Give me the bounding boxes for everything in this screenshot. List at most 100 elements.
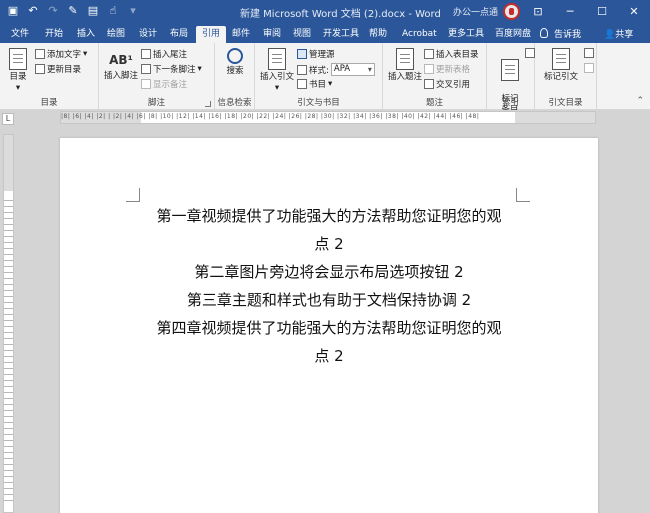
insert-table-of-figures-button[interactable]: 插入表目录 [424, 48, 479, 60]
vertical-ruler-ticks [4, 195, 13, 505]
insert-index-icon [525, 48, 535, 58]
insert-citation-label: 插入引文 [259, 72, 294, 82]
insert-table-of-authorities-button[interactable] [584, 48, 594, 58]
mark-citation-button[interactable]: 标记引文 [541, 48, 581, 83]
save-icon[interactable]: ▣ [6, 4, 20, 18]
vertical-ruler[interactable] [3, 134, 14, 513]
insert-endnote-label: 插入尾注 [153, 50, 188, 60]
undo-icon[interactable]: ↶ [26, 4, 40, 18]
tab-help[interactable]: 帮助 [369, 26, 387, 43]
window-title: 新建 Microsoft Word 文档 (2).docx - Word [240, 9, 441, 20]
tab-draw[interactable]: 绘图 [107, 26, 125, 43]
insert-citation-button[interactable]: 插入引文 ▾ [259, 48, 295, 94]
redo-icon[interactable]: ↷ [46, 4, 60, 18]
authorities-group: 标记引文 引文目录 [535, 43, 597, 110]
customize-icon[interactable]: ▾ [126, 4, 140, 18]
share-button[interactable]: 👤共享 [604, 27, 633, 44]
tab-baidu-netdisk[interactable]: 百度网盘 [495, 26, 531, 43]
avatar[interactable] [503, 3, 520, 20]
authorities-group-label: 引文目录 [548, 98, 583, 108]
style-dropdown[interactable]: APA [330, 63, 375, 76]
update-toc-button[interactable]: 更新目录 [35, 63, 81, 75]
collapse-ribbon-icon[interactable]: ⌃ [636, 96, 644, 106]
search-label: 搜索 [226, 66, 244, 76]
toc-entry[interactable]: 第三章主题和样式也有助于文档保持协调 2 [60, 286, 598, 314]
bibliography-button[interactable]: 书目 ▾ [297, 78, 332, 90]
footnote-group: AB¹ 插入脚注 插入尾注 下一条脚注 ▾ 显示备注 脚注 [99, 43, 215, 110]
document-page[interactable]: 第一章视频提供了功能强大的方法帮助您证明您的观 点 2 第二章图片旁边将会显示布… [60, 138, 598, 513]
research-group: 搜索 信息检索 [215, 43, 255, 110]
toc-entry[interactable]: 第一章视频提供了功能强大的方法帮助您证明您的观 [60, 202, 598, 230]
crop-mark-top-left [126, 188, 140, 202]
cross-reference-label: 交叉引用 [436, 80, 471, 90]
update-authorities-button[interactable] [584, 63, 594, 73]
tab-design[interactable]: 设计 [139, 26, 157, 43]
insert-caption-label: 插入题注 [387, 72, 422, 82]
tab-selector[interactable]: L [2, 113, 14, 125]
bibliography-icon [297, 79, 307, 89]
next-footnote-label: 下一条脚注 [153, 65, 196, 75]
manage-sources-button[interactable]: 管理源 [297, 48, 335, 60]
maximize-icon[interactable]: ☐ [586, 0, 618, 24]
toc-entry[interactable]: 点 2 [60, 342, 598, 370]
caption-group: 插入题注 插入表目录 更新表格 交叉引用 题注 [383, 43, 487, 110]
index-group: 标记 条目 索引 [487, 43, 535, 115]
title-bar: ▣ ↶ ↷ ✎ ▤ ☝ ▾ 新建 Microsoft Word 文档 (2).d… [0, 0, 650, 24]
add-text-button[interactable]: 添加文字 ▾ [35, 48, 87, 60]
tab-layout[interactable]: 布局 [170, 26, 188, 43]
index-group-label: 索引 [501, 98, 519, 108]
toc-entry[interactable]: 第二章图片旁边将会显示布局选项按钮 2 [60, 258, 598, 286]
insert-footnote-button[interactable]: AB¹ 插入脚注 [103, 49, 139, 82]
tab-review[interactable]: 审阅 [263, 26, 281, 43]
show-notes-label: 显示备注 [153, 80, 188, 90]
research-group-label: 信息检索 [217, 98, 252, 108]
ribbon-display-icon[interactable]: ⊡ [522, 0, 554, 24]
ribbon-tabs: 文件 开始 插入 绘图 设计 布局 引用 邮件 审阅 视图 开发工具 帮助 Ac… [0, 24, 650, 43]
style-selector[interactable]: 样式: APA [297, 63, 375, 76]
tab-mailings[interactable]: 邮件 [232, 26, 250, 43]
next-footnote-icon [141, 64, 151, 74]
bibliography-label: 书目 [309, 80, 327, 90]
tab-acrobat[interactable]: Acrobat [402, 26, 437, 43]
toc-button[interactable]: 目录 ▾ [5, 48, 31, 94]
table-of-contents: 第一章视频提供了功能强大的方法帮助您证明您的观 点 2 第二章图片旁边将会显示布… [60, 202, 598, 370]
insert-endnote-button[interactable]: 插入尾注 [141, 48, 187, 60]
add-text-icon [35, 49, 45, 59]
tab-references[interactable]: 引用 [196, 26, 227, 43]
footnote-ab-icon: AB¹ [109, 53, 133, 67]
style-icon [297, 64, 307, 75]
format-painter-icon[interactable]: ✎ [66, 4, 80, 18]
cross-reference-button[interactable]: 交叉引用 [424, 78, 470, 90]
footnote-dialog-launcher[interactable] [205, 101, 211, 107]
table-of-figures-icon [424, 49, 434, 59]
mark-citation-icon [552, 48, 570, 70]
update-toc-label: 更新目录 [47, 65, 82, 75]
tab-insert[interactable]: 插入 [77, 26, 95, 43]
toc-entry[interactable]: 第四章视频提供了功能强大的方法帮助您证明您的观 [60, 314, 598, 342]
tab-developer[interactable]: 开发工具 [323, 26, 359, 43]
next-footnote-button[interactable]: 下一条脚注 ▾ [141, 63, 202, 75]
touch-mode-icon[interactable]: ☝ [106, 4, 120, 18]
account-name[interactable]: 办公一点通 [453, 5, 498, 18]
mark-citation-label: 标记引文 [543, 72, 578, 82]
table-of-authorities-icon [584, 48, 594, 58]
horizontal-ruler[interactable]: |8| |6| |4| |2| | |2| |4| |6| |8| |10| |… [60, 111, 596, 124]
close-icon[interactable]: ✕ [618, 0, 650, 24]
tell-me-box[interactable]: 告诉我 [540, 27, 581, 44]
search-button[interactable]: 搜索 [221, 48, 249, 77]
cross-reference-icon [424, 79, 434, 89]
tell-me-label: 告诉我 [554, 30, 582, 40]
tab-view[interactable]: 视图 [293, 26, 311, 43]
tab-file[interactable]: 文件 [11, 26, 29, 43]
tab-home[interactable]: 开始 [45, 26, 63, 43]
print-preview-icon[interactable]: ▤ [86, 4, 100, 18]
minimize-icon[interactable]: ─ [554, 0, 586, 24]
update-table-button[interactable]: 更新表格 [424, 63, 470, 75]
toc-entry[interactable]: 点 2 [60, 230, 598, 258]
insert-caption-button[interactable]: 插入题注 [387, 48, 423, 83]
citation-group-label: 引文与书目 [297, 98, 340, 108]
add-text-label: 添加文字 [47, 50, 82, 60]
insert-index-button[interactable] [525, 48, 535, 58]
tab-more-tools[interactable]: 更多工具 [448, 26, 484, 43]
show-notes-button[interactable]: 显示备注 [141, 78, 187, 90]
